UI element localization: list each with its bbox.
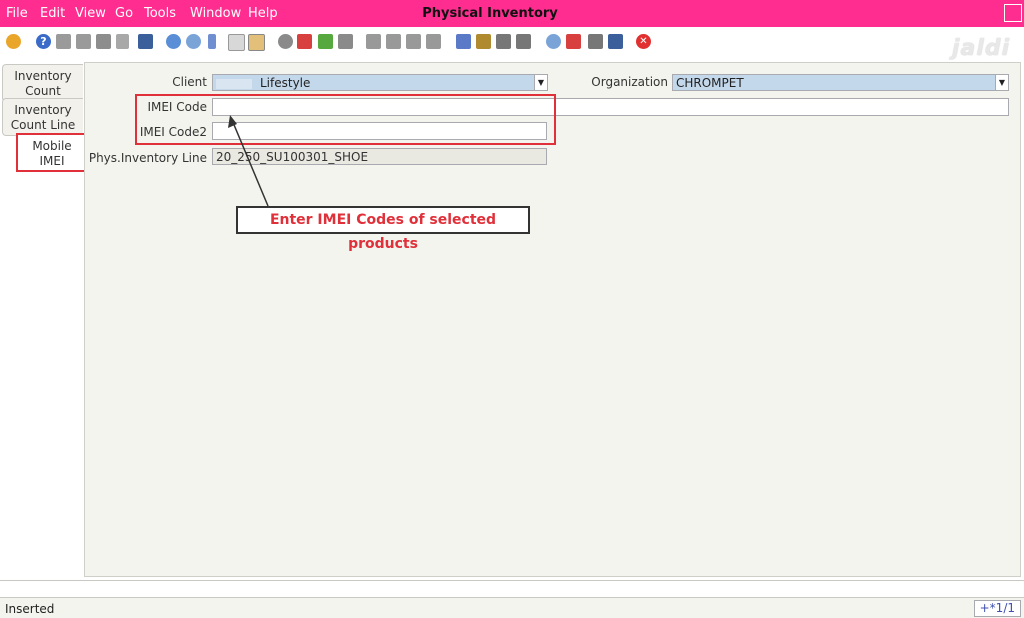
organization-select[interactable]: CHROMPET ▼ [672,74,1009,91]
tab-inventory-count-line[interactable]: Inventory Count Line [2,98,83,136]
home-icon[interactable] [297,34,312,49]
client-value: Lifestyle [260,76,311,90]
toolbar: ? ✕ [0,28,1024,58]
print-icon[interactable] [516,34,531,49]
divider [0,580,1024,581]
print-preview-icon[interactable] [496,34,511,49]
highlight-box [135,94,556,145]
tab-mobile-imei[interactable]: Mobile IMEI [16,133,88,172]
forward-icon[interactable] [338,34,353,49]
back-icon[interactable] [318,34,333,49]
annotation-callout: Enter IMEI Codes of selected products [236,206,530,252]
record-indicator[interactable]: +*1/1 [973,600,1021,617]
redacted-block [216,78,252,89]
chevron-down-icon[interactable]: ▼ [534,75,547,90]
product-info-icon[interactable] [588,34,603,49]
chat-icon[interactable] [228,34,245,51]
tab-inventory-count-label: Inventory Count [14,69,72,98]
menu-bar: File Edit View Go Tools Window Help Phys… [0,0,1024,27]
archive-icon[interactable] [476,34,491,49]
delete-icon[interactable] [96,34,111,49]
phys-inventory-line-label[interactable]: Phys.Inventory Line [88,151,207,165]
organization-label: Organization [591,75,668,89]
organization-value: CHROMPET [676,76,744,90]
attachment-icon[interactable] [208,34,216,49]
first-record-icon[interactable] [366,34,381,49]
status-bar: Inserted +*1/1 [0,597,1024,618]
history-icon[interactable] [248,34,265,51]
delete-selection-icon[interactable] [116,34,129,49]
refresh-icon[interactable] [166,34,181,49]
save-icon[interactable] [138,34,153,49]
tab-inventory-count-line-label: Inventory Count Line [10,103,76,132]
find-icon[interactable] [186,34,201,49]
tab-mobile-imei-label: Mobile IMEI [32,139,72,168]
new-icon[interactable] [56,34,71,49]
client-label: Client [172,75,207,89]
workflow-icon[interactable] [566,34,581,49]
tab-inventory-count[interactable]: Inventory Count [2,64,83,102]
report-icon[interactable] [456,34,471,49]
grid-toggle-icon[interactable] [278,34,293,49]
exit-icon[interactable] [608,34,623,49]
close-window-icon[interactable]: ✕ [636,34,651,49]
undo-icon[interactable] [6,34,21,49]
window-title: Physical Inventory [422,6,558,21]
chevron-down-icon[interactable]: ▼ [995,75,1008,90]
window-control-button[interactable] [1004,4,1022,22]
client-select[interactable]: Lifestyle ▼ [212,74,548,91]
zoom-across-icon[interactable] [546,34,561,49]
previous-record-icon[interactable] [386,34,401,49]
last-record-icon[interactable] [426,34,441,49]
copy-icon[interactable] [76,34,91,49]
next-record-icon[interactable] [406,34,421,49]
help-icon[interactable]: ? [36,34,51,49]
arrow-annotation [228,115,269,207]
status-text: Inserted [5,602,55,616]
